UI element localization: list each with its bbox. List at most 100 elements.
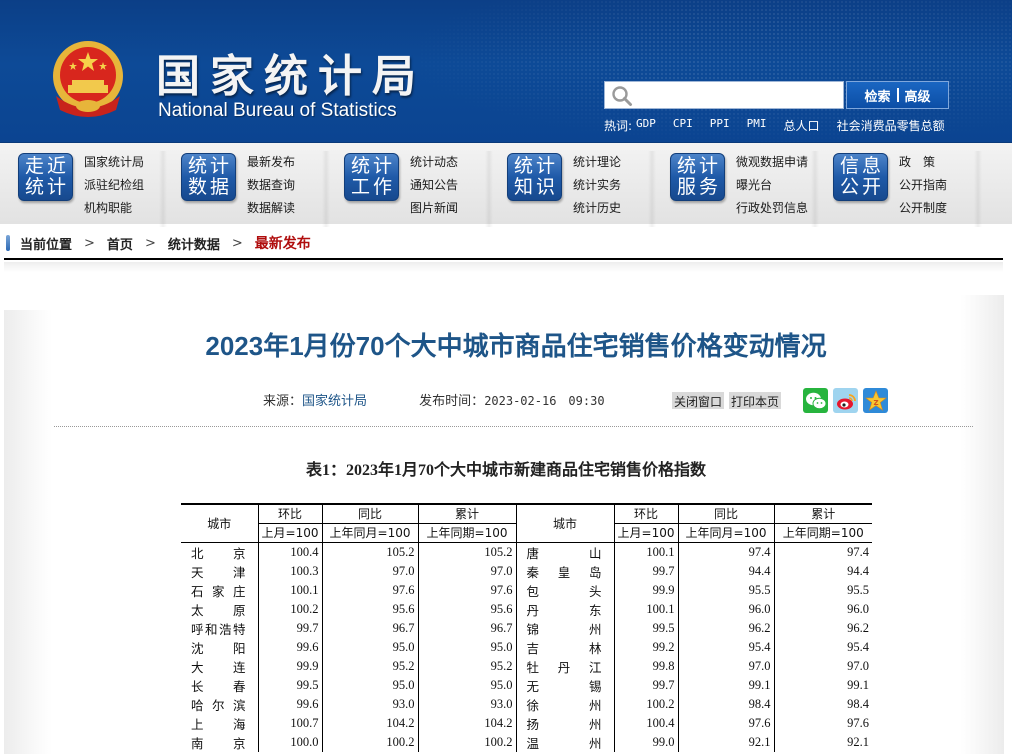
logo-chinese: 国家统计局: [156, 51, 426, 102]
wechat-share-icon[interactable]: [803, 388, 828, 413]
city-name: 徐 州: [515, 694, 614, 714]
hotword-link[interactable]: GDP: [636, 117, 656, 134]
nav-link[interactable]: 最新发布: [247, 151, 295, 174]
nav-badge[interactable]: 走近 统计: [18, 153, 73, 201]
nav-link[interactable]: 数据查询: [247, 174, 295, 197]
qzone-share-icon[interactable]: Z: [863, 388, 888, 413]
nav-link[interactable]: 统计动态: [410, 151, 458, 174]
cum-value: 93.0: [417, 694, 516, 714]
hotword-link[interactable]: CPI: [673, 117, 693, 134]
nav-links: 最新发布 数据查询 数据解读: [247, 151, 295, 220]
meta-divider: [54, 426, 973, 427]
col-cum: 累计: [773, 504, 872, 524]
svg-text:Z: Z: [873, 399, 878, 407]
nav-badge[interactable]: 统计 工作: [344, 153, 399, 201]
breadcrumb-separator: >: [84, 235, 95, 251]
cum-value: 96.2: [773, 618, 872, 638]
cum-value: 95.0: [417, 637, 516, 657]
nav-badge[interactable]: 信息 公开: [833, 153, 888, 201]
city-name: 天 津: [191, 564, 246, 580]
col-mom: 环比: [613, 504, 678, 524]
close-window-button[interactable]: 关闭窗口: [672, 392, 725, 409]
article-tools: 关闭窗口 打印本页: [672, 392, 782, 409]
nav-links: 政 策 公开指南 公开制度: [899, 151, 947, 220]
nav-link[interactable]: 统计实务: [573, 174, 621, 197]
breadcrumb-home[interactable]: 首页: [107, 234, 133, 253]
nav-link[interactable]: 行政处罚信息: [736, 197, 808, 220]
nav-link[interactable]: 机构职能: [84, 197, 144, 220]
mom-value: 99.2: [613, 637, 678, 657]
nav-link[interactable]: 政 策: [899, 151, 947, 174]
weibo-share-icon[interactable]: [833, 388, 858, 413]
nav-link[interactable]: 曝光台: [736, 174, 808, 197]
yoy-value: 95.2: [321, 656, 418, 676]
yoy-value: 100.2: [321, 732, 418, 752]
site-header: 国家统计局 National Bureau of Statistics 检索 高…: [0, 0, 1012, 142]
badge-line: 数据: [187, 176, 232, 198]
hotword-link[interactable]: PPI: [710, 117, 730, 134]
badge-line: 服务: [676, 176, 721, 198]
hotword-link[interactable]: PMI: [747, 117, 767, 134]
nav-group-work: 统计 工作 统计动态 通知公告 图片新闻: [326, 151, 493, 227]
search-button[interactable]: 检索: [858, 86, 896, 105]
breadcrumb-separator: >: [144, 235, 156, 251]
table-row: 呼和浩特 99.7 96.7 96.7 锦 州 99.5 96.2 96.2: [181, 618, 872, 638]
table-row: 上 海 100.7 104.2 104.2 扬 州 100.4 97.6 97.6: [181, 713, 872, 733]
nav-link[interactable]: 国家统计局: [84, 151, 144, 174]
hotword-link[interactable]: 社会消费品零售总额: [837, 117, 945, 134]
hotwords-label: 热词:: [604, 119, 633, 133]
nav-link[interactable]: 公开指南: [899, 174, 947, 197]
badge-line: 工作: [350, 176, 395, 198]
nav-link[interactable]: 公开制度: [899, 197, 947, 220]
mom-value: 99.9: [613, 580, 678, 600]
nav-links: 国家统计局 派驻纪检组 机构职能: [84, 151, 144, 220]
nav-link[interactable]: 派驻纪检组: [84, 174, 144, 197]
nav-link[interactable]: 图片新闻: [410, 197, 458, 220]
mom-value: 99.7: [613, 561, 678, 581]
nav-links: 统计理论 统计实务 统计历史: [573, 151, 621, 220]
city-name: 吉 林: [515, 637, 614, 657]
city-name: 包 头: [515, 580, 614, 600]
yoy-value: 95.6: [321, 599, 418, 619]
hotword-link[interactable]: 总人口: [784, 117, 820, 134]
city-name: 北 京: [191, 545, 246, 561]
left-shade: [4, 310, 52, 754]
yoy-value: 94.4: [677, 561, 774, 581]
cum-value: 97.6: [417, 580, 516, 600]
city-name: 南 京: [191, 735, 246, 751]
city-name: 太 原: [191, 602, 246, 618]
nav-link[interactable]: 统计理论: [573, 151, 621, 174]
breadcrumb-statistics-data[interactable]: 统计数据: [168, 234, 220, 253]
source-link[interactable]: 国家统计局: [302, 394, 367, 409]
national-emblem-icon: [53, 41, 123, 117]
badge-line: 统计: [350, 155, 395, 177]
col-yoy: 同比: [677, 504, 774, 524]
search-box: [604, 81, 844, 109]
col-yoy: 同比: [321, 504, 418, 524]
nav-badge[interactable]: 统计 数据: [181, 153, 236, 201]
table-row: 长 春 99.5 95.0 95.0 无 锡 99.7 99.1 99.1: [181, 675, 872, 695]
breadcrumb-separator: >: [231, 235, 243, 251]
print-page-button[interactable]: 打印本页: [729, 392, 782, 409]
nav-link[interactable]: 统计历史: [573, 197, 621, 220]
mom-value: 99.5: [257, 675, 322, 695]
city-name: 沈 阳: [191, 640, 246, 656]
nav-link[interactable]: 微观数据申请: [736, 151, 808, 174]
city-name: 扬 州: [515, 713, 614, 733]
table-row: 天 津 100.3 97.0 97.0 秦皇岛 99.7 94.4 94.4: [181, 561, 872, 581]
nav-link[interactable]: 通知公告: [410, 174, 458, 197]
nav-badge[interactable]: 统计 服务: [670, 153, 725, 201]
nav-group-about: 走近 统计 国家统计局 派驻纪检组 机构职能: [0, 151, 167, 227]
nav-links: 统计动态 通知公告 图片新闻: [410, 151, 458, 220]
breadcrumb-current[interactable]: 最新发布: [255, 233, 311, 253]
yoy-value: 97.4: [677, 542, 774, 562]
search-input[interactable]: [635, 84, 839, 106]
nav-badge[interactable]: 统计 知识: [507, 153, 562, 201]
advanced-search-button[interactable]: 高级: [899, 86, 937, 105]
badge-line: 走近: [24, 155, 69, 177]
mom-value: 100.4: [613, 713, 678, 733]
price-index-table: 城市 环比 同比 累计 城市 环比 同比 累计 上月=100 上年同月=100 …: [181, 503, 872, 752]
yoy-value: 105.2: [321, 542, 418, 562]
mom-value: 100.7: [257, 713, 322, 733]
nav-link[interactable]: 数据解读: [247, 197, 295, 220]
